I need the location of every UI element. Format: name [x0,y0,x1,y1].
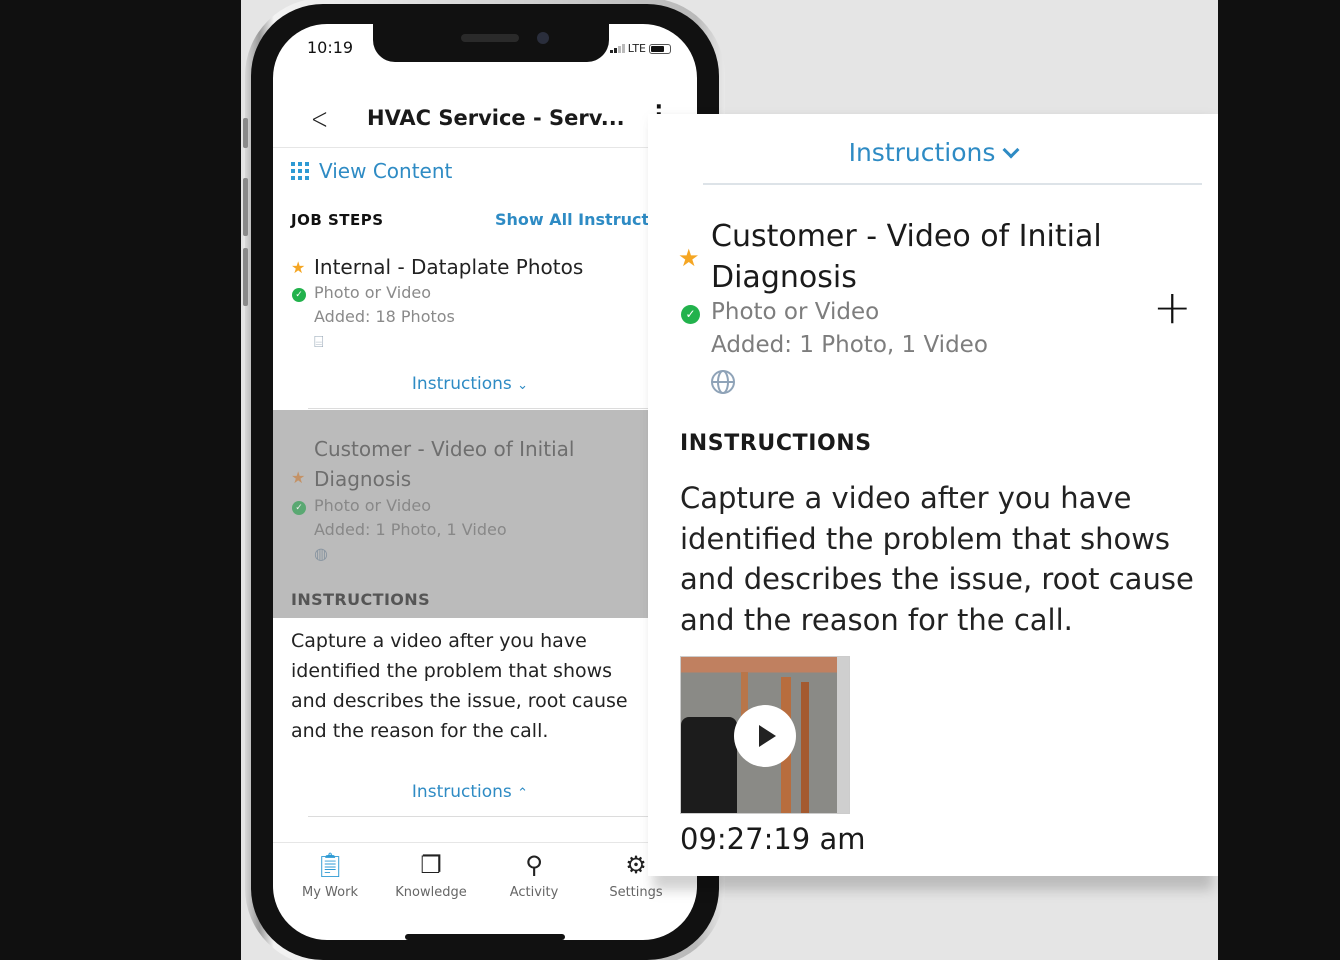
page-title: HVAC Service - Serv... [367,106,625,130]
instructions-text: Capture a video after you have identifie… [680,478,1200,640]
status-indicators: LTE [609,42,671,55]
globe-icon: ◍ [314,544,328,563]
star-icon: ★ [291,468,306,487]
plus-icon[interactable]: + [1153,284,1192,330]
play-icon[interactable] [734,705,796,767]
step-added: Added: 1 Photo, 1 Video [314,520,507,539]
step-added: Added: 1 Photo, 1 Video [711,332,988,358]
star-icon: ★ [291,258,306,277]
chevron-left-icon[interactable]: < [311,102,329,137]
divider [308,816,667,817]
instructions-text: Capture a video after you have identifie… [291,626,661,746]
step-type: Photo or Video [314,496,432,515]
instructions-line: Capture a video after you have [680,481,1132,515]
step-title: Internal - Dataplate Photos [314,255,584,279]
chevron-up-icon: ⌃ [517,786,529,801]
globe-icon [711,370,735,394]
chevron-down-icon [1002,141,1020,159]
instructions-toggle-label: Instructions [848,138,996,167]
divider [308,408,667,409]
instructions-toggle[interactable]: Instructions ⌃ [273,782,667,802]
instructions-line: and describes the issue, root cause [680,562,1194,596]
instructions-line: identified the problem that shows [680,521,1171,556]
tab-label: My Work [302,885,358,900]
book-icon: ❐ [420,851,442,879]
instructions-line: identified the problem that shows [291,660,613,682]
step-added: Added: 18 Photos [314,307,455,326]
grid-icon [291,162,309,180]
step-type: Photo or Video [314,283,432,302]
tab-bar: 📋︎ My Work ❐ Knowledge ⚲ Activity ⚙ Sett… [273,842,697,932]
tab-knowledge[interactable]: ❐ Knowledge [386,851,476,900]
search-icon: ⚲ [525,851,543,879]
check-circle-icon: ✓ [681,305,700,324]
check-circle-icon: ✓ [292,501,306,515]
view-content-link[interactable]: View Content [291,159,452,183]
phone-screen: 10:19 LTE < HVAC Service - Serv... ··· V… [273,24,697,940]
instructions-toggle[interactable]: Instructions [648,138,1218,167]
step-title-line1: Customer - Video of Initial [314,437,575,461]
instructions-toggle-label: Instructions [411,782,512,802]
stage: 10:19 LTE < HVAC Service - Serv... ··· V… [241,0,1218,960]
step-title-line2: Diagnosis [314,467,412,491]
network-label: LTE [627,42,646,55]
signal-icon [609,44,625,53]
instructions-line: and the reason for the call. [291,720,549,742]
tab-my-work[interactable]: 📋︎ My Work [285,851,375,900]
step-title-line1: Customer - Video of Initial [711,219,1102,254]
instructions-toggle[interactable]: Instructions ⌄ [273,374,667,394]
battery-icon [649,43,671,54]
video-thumbnail[interactable] [680,656,850,814]
home-indicator [405,934,565,940]
instructions-line: and describes the issue, root cause [291,690,628,712]
volume-down-button [243,248,248,306]
step-type: Photo or Video [711,299,880,325]
instructions-heading: INSTRUCTIONS [291,590,431,609]
nav-bar: < HVAC Service - Serv... ··· [273,96,697,148]
tab-activity[interactable]: ⚲ Activity [489,851,579,900]
chevron-down-icon: ⌄ [517,378,529,393]
zoomed-step-card: Instructions ★ Customer - Video of Initi… [648,114,1218,876]
tab-label: Knowledge [395,885,467,900]
instructions-toggle-label: Instructions [411,374,512,394]
job-steps-heading: JOB STEPS [291,211,384,229]
status-time: 10:19 [307,38,354,57]
step-title: Customer - Video of Initial Diagnosis [711,216,1102,298]
compressor-image [681,717,737,813]
star-icon: ★ [678,244,700,272]
show-all-instructions-link[interactable]: Show All Instructi [495,210,655,229]
volume-up-button [243,178,248,236]
scan-document-icon: ⌸ [314,332,324,351]
check-circle-icon: ✓ [292,288,306,302]
step-title-line2: Diagnosis [711,260,857,295]
instructions-line: Capture a video after you have [291,630,587,652]
divider [703,183,1202,185]
instructions-line: and the reason for the call. [680,602,1073,637]
media-timestamp: 09:27:19 am [680,822,866,856]
tab-label: Activity [509,885,559,900]
mute-switch [243,118,248,148]
view-content-label: View Content [319,159,453,183]
clipboard-icon: 📋︎ [314,851,346,879]
instructions-heading: INSTRUCTIONS [680,431,872,456]
notch [373,24,609,62]
